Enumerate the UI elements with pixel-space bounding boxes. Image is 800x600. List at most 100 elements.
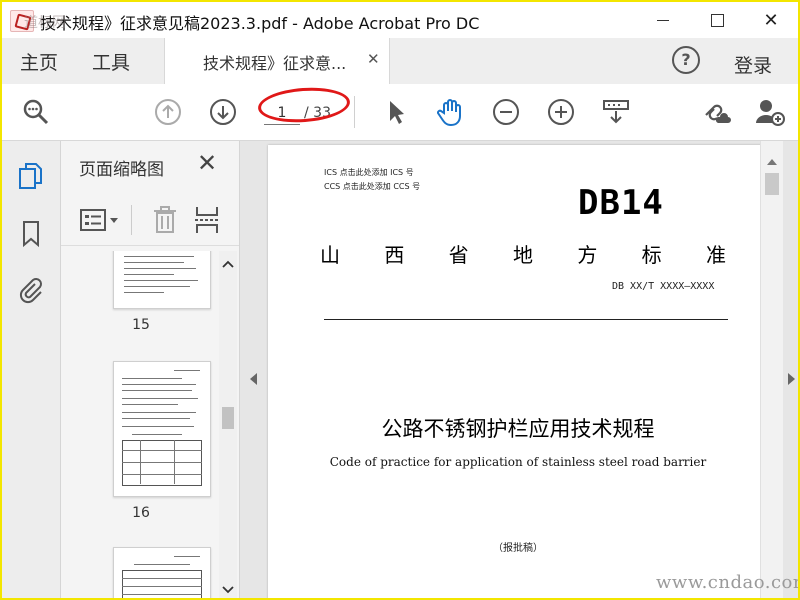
collapse-left-panel-icon[interactable] (250, 373, 257, 385)
panel-title: 页面缩略图 (79, 160, 164, 180)
zoom-in-icon[interactable] (545, 96, 577, 128)
thumb-text-line (122, 426, 194, 427)
watermark-corner: 道标网 (24, 15, 66, 31)
tab-tools[interactable]: 工具 (92, 48, 130, 75)
panel-close-icon[interactable]: ✕ (197, 149, 217, 177)
thumb-table (122, 570, 202, 598)
thumb-table-line (122, 578, 202, 579)
tabs-bar: 主页 工具 技术规程》征求意... ✕ ? 登录 (2, 38, 798, 85)
standard-number: DB XX/T XXXX—XXXX (612, 281, 715, 292)
page-total: / 33 (304, 105, 331, 121)
thumb-table-line (122, 462, 202, 463)
tab-home[interactable]: 主页 (20, 48, 58, 75)
standard-char: 山 (320, 243, 340, 267)
thumb-table-line (122, 450, 202, 451)
document-view[interactable]: ICS 点击此处添加 ICS 号 CCS 点击此处添加 CCS 号 DB14 山… (240, 141, 798, 598)
tab-document-label: 技术规程》征求意... (203, 54, 347, 73)
left-navigation-rail (2, 141, 61, 598)
delete-page-icon[interactable] (151, 205, 179, 239)
pdf-page: ICS 点击此处添加 ICS 号 CCS 点击此处添加 CCS 号 DB14 山… (268, 145, 768, 598)
thumb-text-line (134, 564, 190, 565)
standard-char: 准 (705, 243, 726, 267)
thumb-text-line (124, 262, 184, 263)
thumbnail-scrollbar[interactable] (219, 251, 237, 599)
maximize-button[interactable] (692, 2, 742, 38)
page-layout-icon[interactable] (600, 96, 632, 128)
scroll-down-icon[interactable] (219, 581, 237, 599)
thumb-text-line (122, 390, 192, 391)
document-english-title: Code of practice for application of stai… (329, 455, 707, 469)
zoom-out-icon[interactable] (490, 96, 522, 128)
toolbar-divider (354, 96, 355, 128)
standard-char: 地 (512, 243, 533, 267)
add-user-icon[interactable] (754, 96, 786, 128)
attachment-icon[interactable] (17, 275, 45, 305)
thumb-table-line (122, 594, 202, 595)
close-window-button[interactable]: ✕ (746, 2, 796, 38)
page-thumbnails-icon[interactable] (17, 161, 45, 191)
thumb-text-line (122, 404, 178, 405)
thumbnail-label-15: 15 (132, 317, 150, 333)
minimize-icon (657, 19, 669, 21)
standard-title: 山 西 省 地 方 标 准 (320, 239, 726, 268)
hand-tool-icon[interactable] (434, 96, 466, 128)
scroll-up-icon[interactable] (219, 255, 237, 273)
scrollbar-thumb[interactable] (222, 407, 234, 429)
expand-right-panel-icon[interactable] (788, 373, 795, 385)
login-button[interactable]: 登录 (734, 51, 772, 78)
title-divider (324, 319, 728, 320)
title-bar: 技术规程》征求意见稿2023.3.pdf - Adobe Acrobat Pro… (2, 2, 798, 38)
thumb-text-line (122, 384, 196, 385)
thumbnail-page-17[interactable] (113, 547, 211, 598)
app-window: 技术规程》征求意见稿2023.3.pdf - Adobe Acrobat Pro… (0, 0, 800, 600)
tab-document[interactable]: 技术规程》征求意... ✕ (164, 38, 390, 84)
thumb-text-line (122, 398, 198, 399)
thumb-text-line (124, 256, 194, 257)
thumb-text-line (132, 434, 182, 435)
thumb-table (122, 440, 202, 486)
scroll-up-icon[interactable] (767, 159, 777, 165)
thumbnail-page-15[interactable] (113, 251, 211, 309)
page-number-input[interactable]: 1 (264, 102, 300, 125)
thumbnail-panel: 页面缩略图 ✕ 15 16 (61, 141, 240, 599)
ics-line: ICS 点击此处添加 ICS 号 (324, 168, 414, 177)
thumb-table-line (122, 586, 202, 587)
thumb-table-line (174, 440, 175, 484)
document-scrollbar[interactable] (760, 141, 783, 598)
thumb-text-line (122, 412, 196, 413)
maximize-icon (710, 13, 724, 27)
thumbnail-list: 15 16 (61, 251, 221, 598)
thumb-text-line (124, 268, 196, 269)
toolbar: 1 / 33 (2, 84, 798, 141)
thumb-text-line (124, 292, 164, 293)
minimize-button[interactable] (638, 2, 688, 38)
draft-label: （报批稿） (493, 543, 543, 554)
bookmark-icon[interactable] (17, 219, 45, 249)
standard-char: 方 (577, 243, 598, 267)
next-page-icon[interactable] (207, 96, 239, 128)
tab-close-icon[interactable]: ✕ (367, 50, 380, 68)
select-arrow-icon[interactable] (380, 96, 412, 128)
help-icon[interactable]: ? (672, 46, 700, 74)
db-code: DB14 (578, 183, 664, 223)
document-main-title: 公路不锈钢护栏应用技术规程 (381, 417, 655, 441)
thumb-text-line (124, 286, 190, 287)
standard-char: 西 (384, 243, 405, 267)
close-icon: ✕ (763, 9, 779, 31)
thumb-text-line (124, 274, 174, 275)
standard-char: 标 (641, 243, 662, 267)
panel-toolbar-divider (131, 205, 132, 235)
window-title: 技术规程》征求意见稿2023.3.pdf - Adobe Acrobat Pro… (40, 14, 480, 33)
thumb-text-line (174, 556, 200, 557)
search-icon[interactable] (20, 96, 52, 128)
thumbnail-label-16: 16 (132, 505, 150, 521)
thumb-text-line (174, 370, 200, 371)
previous-page-icon[interactable] (152, 96, 184, 128)
thumb-table-line (140, 440, 141, 484)
insert-page-icon[interactable] (193, 205, 221, 239)
thumbnail-options-icon[interactable] (79, 207, 121, 237)
thumbnail-page-16[interactable] (113, 361, 211, 497)
share-link-icon[interactable] (700, 96, 732, 128)
scrollbar-thumb[interactable] (765, 173, 779, 195)
thumb-table-line (122, 474, 202, 475)
